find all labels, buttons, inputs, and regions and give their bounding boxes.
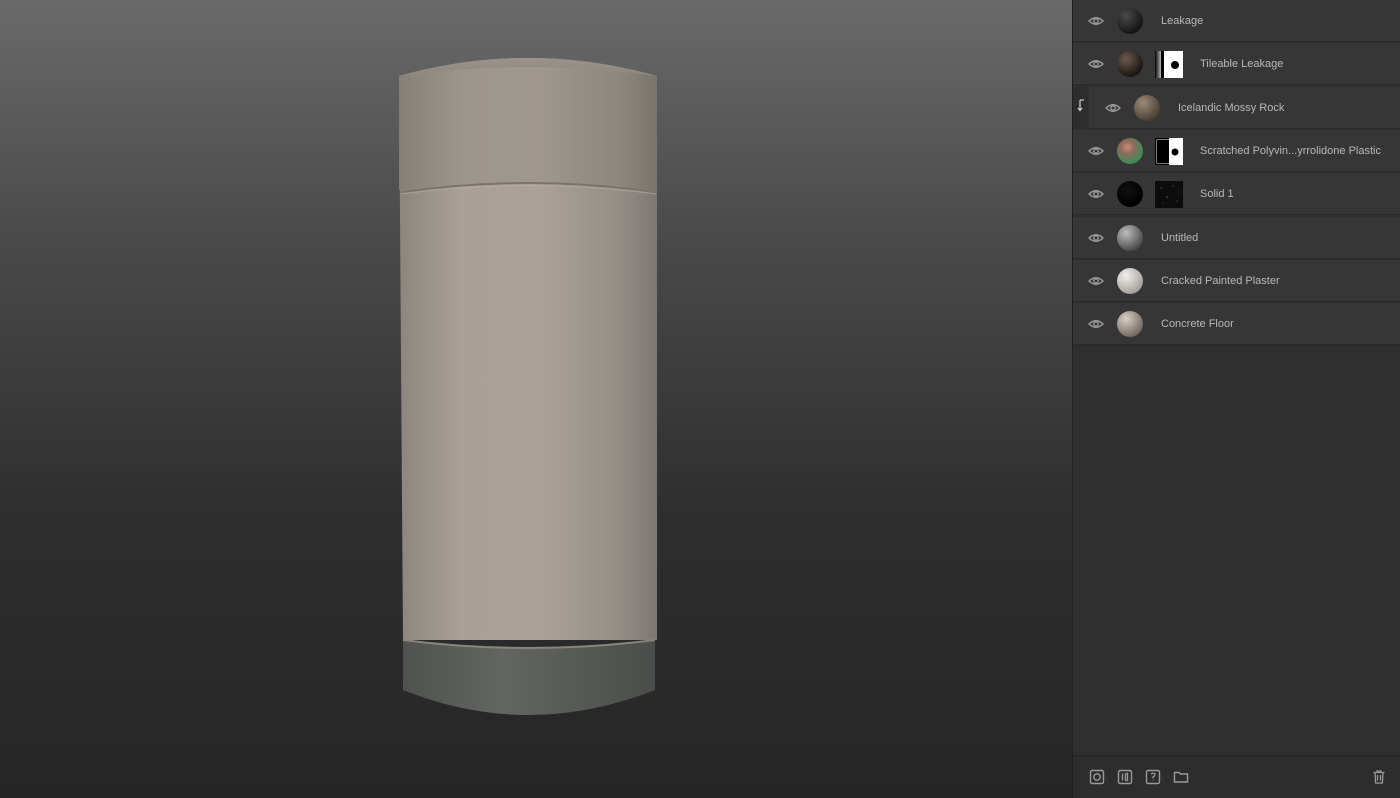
add-folder-icon[interactable] xyxy=(1173,769,1189,785)
thumb-untitled-icon xyxy=(1117,224,1143,251)
layer-row[interactable]: Icelandic Mossy Rock xyxy=(1073,86,1400,129)
layer-name: Cracked Painted Plaster xyxy=(1161,274,1280,287)
clip-indicator xyxy=(1073,86,1089,129)
layer-name: Solid 1 xyxy=(1200,188,1234,201)
visibility-eye-icon[interactable] xyxy=(1087,12,1105,30)
layer-name: Untitled xyxy=(1161,231,1199,244)
delete-icon[interactable] xyxy=(1371,769,1387,785)
thumb-plastic-icon xyxy=(1117,137,1143,164)
add-paint-icon[interactable] xyxy=(1145,769,1161,785)
halfblack-mask-icon[interactable] xyxy=(1155,137,1183,165)
visibility-eye-icon[interactable] xyxy=(1087,55,1105,73)
add-fill-icon[interactable] xyxy=(1117,769,1133,785)
layers-panel: Leakage Tileable Leakage Icelandic Mossy R… xyxy=(1072,0,1400,798)
thumb-concrete-icon xyxy=(1117,311,1143,338)
concrete-pillar-model xyxy=(399,58,657,715)
thumb-leakage-icon xyxy=(1117,8,1143,34)
visibility-eye-icon[interactable] xyxy=(1087,272,1105,290)
visibility-eye-icon[interactable] xyxy=(1087,315,1105,333)
visibility-eye-icon[interactable] xyxy=(1087,185,1105,203)
layer-name: Scratched Polyvin...yrrolidone Plastic xyxy=(1200,144,1381,157)
thumb-solid-icon xyxy=(1117,181,1143,208)
layer-row[interactable]: Scratched Polyvin...yrrolidone Plastic xyxy=(1073,129,1400,172)
gradient-mask-icon[interactable] xyxy=(1155,51,1183,79)
visibility-eye-icon[interactable] xyxy=(1087,142,1105,160)
noise-mask-icon[interactable] xyxy=(1155,181,1183,209)
visibility-eye-icon[interactable] xyxy=(1087,229,1105,247)
thumb-plaster-icon xyxy=(1117,267,1143,294)
layer-name: Concrete Floor xyxy=(1161,318,1234,331)
layer-name: Leakage xyxy=(1161,15,1204,27)
layer-name: Tileable Leakage xyxy=(1200,58,1284,71)
layer-name: Icelandic Mossy Rock xyxy=(1178,101,1285,114)
viewport-scene xyxy=(399,58,657,715)
layer-row[interactable]: Untitled xyxy=(1073,216,1400,259)
layers-toolbar xyxy=(1073,755,1400,798)
thumb-mossy-rock-icon xyxy=(1134,94,1160,121)
layer-row[interactable]: Leakage xyxy=(1073,0,1400,42)
thumb-tileable-leakage-icon xyxy=(1117,51,1143,78)
visibility-eye-icon[interactable] xyxy=(1104,99,1122,117)
3d-viewport[interactable] xyxy=(0,0,1072,798)
layer-row[interactable]: Cracked Painted Plaster xyxy=(1073,259,1400,302)
clip-arrow-icon xyxy=(1077,98,1087,113)
add-material-icon[interactable] xyxy=(1089,769,1105,785)
layer-row[interactable]: Tileable Leakage xyxy=(1073,43,1400,86)
layer-row[interactable]: Concrete Floor xyxy=(1073,303,1400,346)
layer-row[interactable]: Solid 1 xyxy=(1073,173,1400,216)
